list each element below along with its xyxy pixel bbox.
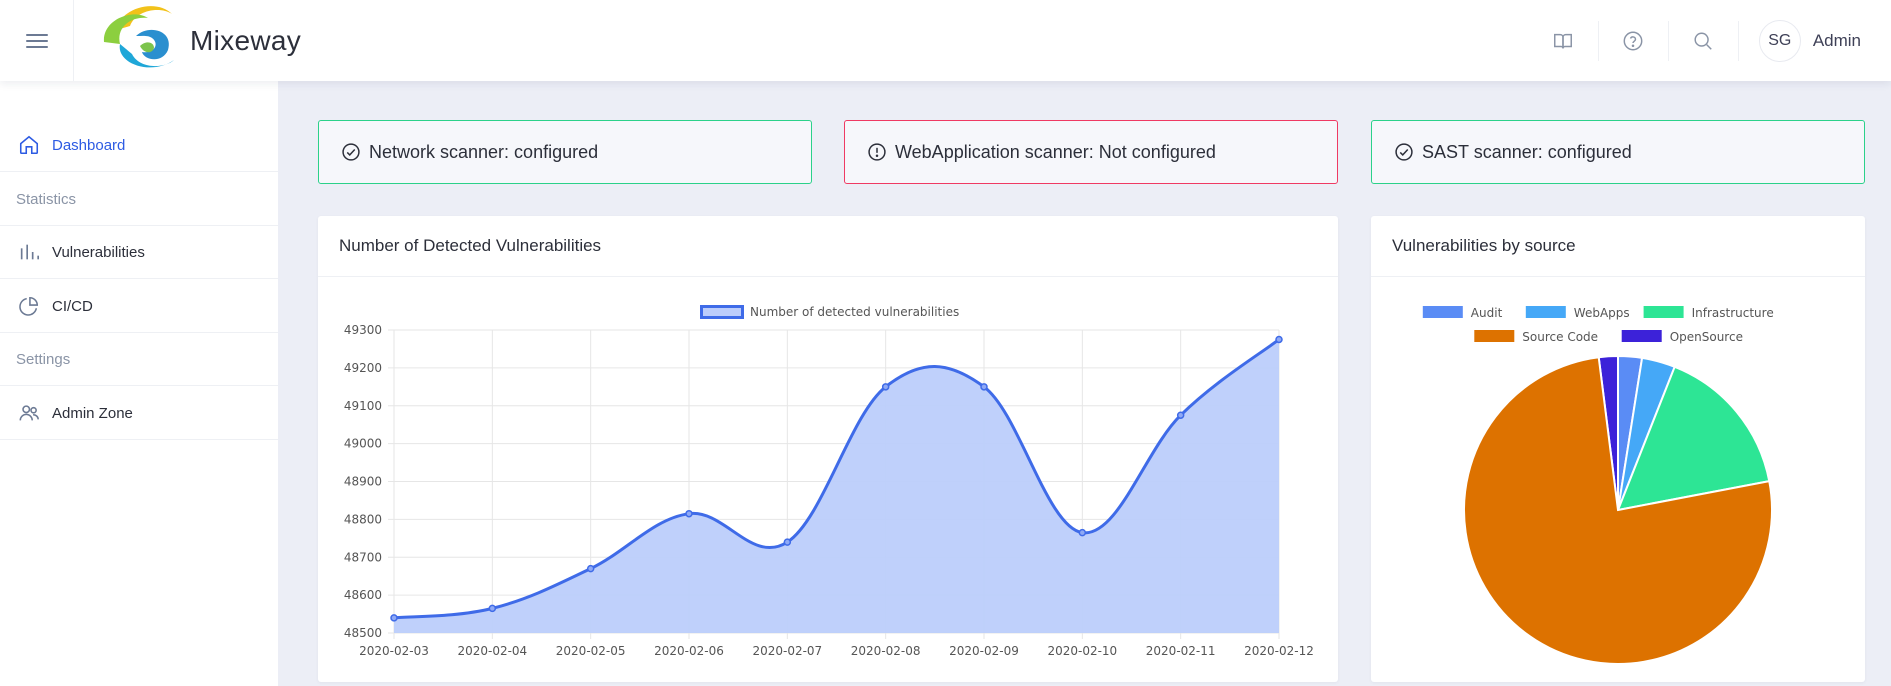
status-network-scanner: Network scanner: configured: [318, 120, 812, 184]
data-point: [685, 509, 693, 518]
users-icon: [19, 405, 39, 421]
x-tick-label: 2020-02-07: [752, 644, 822, 658]
y-tick-label: 49000: [344, 437, 382, 451]
legend-label: Audit: [1471, 306, 1503, 320]
x-tick-label: 2020-02-12: [1244, 644, 1314, 658]
app-name: Mixeway: [190, 24, 302, 56]
sidebar-item-vulnerabilities[interactable]: Vulnerabilities: [0, 226, 278, 279]
sidebar-item-label: Vulnerabilities: [52, 243, 145, 261]
alert-circle-icon: [868, 143, 886, 161]
menu-toggle-button[interactable]: [0, 0, 74, 81]
home-icon: [19, 135, 39, 155]
check-circle-icon: [1395, 143, 1413, 161]
bar-chart-icon: [20, 244, 39, 260]
mixeway-logo-icon: [103, 6, 174, 68]
user-name: Admin: [1812, 30, 1861, 50]
x-tick-label: 2020-02-03: [359, 644, 429, 658]
x-tick-label: 2020-02-06: [654, 644, 724, 658]
legend-swatch: [1621, 330, 1662, 342]
legend-label: Source Code: [1522, 330, 1598, 344]
search-button[interactable]: [1669, 20, 1739, 61]
book-icon: [1554, 33, 1573, 48]
x-tick-label: 2020-02-09: [949, 644, 1019, 658]
y-tick-label: 48700: [344, 550, 382, 564]
data-point: [488, 604, 497, 613]
sidebar-item-cicd[interactable]: CI/CD: [0, 280, 278, 333]
legend-label: WebApps: [1574, 306, 1630, 320]
help-icon: [1623, 31, 1643, 50]
line-chart: 48500 48600 48700 48800 48900 49000 49100 49200…: [344, 323, 1314, 658]
status-label: SAST scanner: configured: [1422, 141, 1632, 162]
check-circle-icon: [342, 143, 360, 161]
x-tick-label: 2020-02-05: [556, 644, 626, 658]
sidebar-heading-statistics: Statistics: [0, 173, 278, 226]
data-point: [783, 538, 792, 546]
area-fill: [394, 339, 1279, 633]
data-point: [1078, 528, 1087, 537]
avatar: SG: [1758, 19, 1801, 62]
vulnerabilities-by-source-card: Vulnerabilities by source Audit WebApps In…: [1371, 216, 1865, 682]
sidebar: Dashboard Statistics Vulnerabilities CI/…: [0, 81, 278, 686]
data-point: [1275, 335, 1283, 344]
legend-swatch: [1525, 306, 1566, 318]
status-webapp-scanner: WebApplication scanner: Not configured: [844, 120, 1338, 184]
x-tick-label: 2020-02-04: [457, 644, 527, 658]
top-header: Mixeway SG Admin: [0, 0, 1891, 81]
data-point: [881, 383, 890, 391]
sidebar-item-label: CI/CD: [52, 297, 93, 315]
x-tick-label: 2020-02-11: [1146, 644, 1216, 658]
legend-label: OpenSource: [1670, 330, 1743, 344]
sidebar-item-label: Dashboard: [52, 136, 126, 154]
legend-label: Infrastructure: [1692, 306, 1774, 320]
data-point: [586, 564, 595, 573]
pie-chart-icon: [19, 296, 39, 316]
y-tick-label: 49300: [344, 323, 382, 337]
docs-button[interactable]: [1529, 20, 1599, 61]
app-logo[interactable]: Mixeway: [96, 0, 301, 81]
user-menu[interactable]: SG Admin: [1739, 19, 1891, 62]
y-tick-label: 48600: [344, 588, 382, 602]
status-label: Network scanner: configured: [369, 141, 599, 162]
y-tick-label: 49200: [344, 361, 382, 375]
sidebar-item-admin-zone[interactable]: Admin Zone: [0, 387, 278, 440]
data-point: [390, 614, 398, 622]
data-point: [1176, 411, 1185, 419]
search-icon: [1694, 31, 1713, 50]
y-tick-label: 49100: [344, 399, 382, 413]
hamburger-icon: [25, 30, 48, 52]
legend-swatch: [1474, 330, 1515, 342]
sidebar-item-label: Admin Zone: [52, 404, 133, 422]
vulnerabilities-trend-card: Number of Detected Vulnerabilities Numbe…: [318, 216, 1338, 682]
data-point: [980, 383, 988, 391]
status-label: WebApplication scanner: Not configured: [895, 141, 1216, 162]
pie-chart: Audit WebApps Infrastructure Source Code Ope…: [1422, 306, 1774, 665]
x-tick-label: 2020-02-08: [851, 644, 921, 658]
status-sast-scanner: SAST scanner: configured: [1371, 120, 1865, 184]
x-tick-label: 2020-02-10: [1047, 644, 1117, 658]
y-tick-label: 48900: [344, 475, 382, 489]
sidebar-item-dashboard[interactable]: Dashboard: [0, 119, 278, 172]
legend-swatch: [1643, 306, 1684, 318]
sidebar-heading-settings: Settings: [0, 333, 278, 386]
legend-swatch: [1422, 306, 1463, 318]
help-button[interactable]: [1599, 20, 1669, 61]
y-tick-label: 48500: [344, 626, 382, 640]
y-tick-label: 48800: [344, 512, 382, 526]
